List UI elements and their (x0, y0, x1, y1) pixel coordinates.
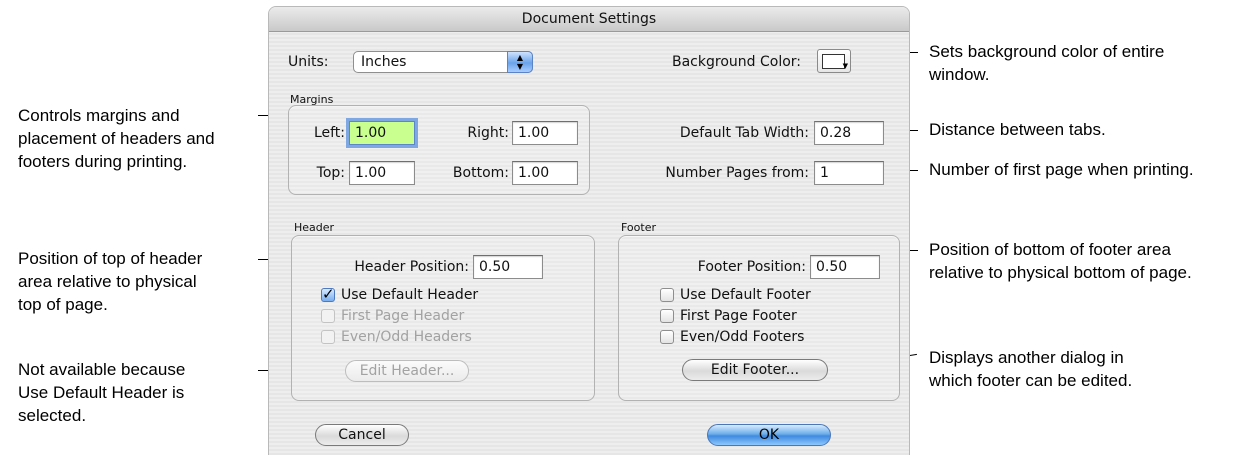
callout-line: Position of bottom of footer area (929, 240, 1171, 259)
number-pages-from-label: Number Pages from: (665, 165, 809, 181)
default-tab-width-field[interactable]: 0.28 (814, 121, 884, 145)
callout-tabs: Distance between tabs. (929, 118, 1106, 141)
cancel-button[interactable]: Cancel (315, 424, 409, 446)
callout-line: Controls margins and (18, 106, 180, 125)
popup-arrows-icon: ▲ ▼ (507, 51, 533, 73)
header-position-field[interactable]: 0.50 (473, 255, 543, 279)
callout-background: Sets background color of entire window. (929, 40, 1164, 86)
callout-line: Position of top of header (18, 249, 203, 268)
callout-line: area relative to physical (18, 272, 197, 291)
left-margin-label: Left: (313, 125, 345, 141)
footer-position-field[interactable]: 0.50 (810, 255, 880, 279)
first-page-header-checkbox[interactable] (321, 309, 335, 323)
callout-not-available: Not available because Use Default Header… (18, 358, 185, 427)
callout-line: relative to physical bottom of page. (929, 263, 1192, 282)
callout-line: Displays another dialog in (929, 348, 1124, 367)
bottom-margin-field[interactable]: 1.00 (512, 161, 578, 185)
callout-line: which footer can be edited. (929, 371, 1133, 390)
right-margin-label: Right: (467, 125, 509, 141)
use-default-footer-checkbox[interactable] (660, 288, 674, 302)
callout-first-page: Number of first page when printing. (929, 158, 1194, 181)
use-default-header-checkbox[interactable]: ✓ (321, 287, 335, 302)
callout-edit-footer: Displays another dialog in which footer … (929, 346, 1132, 392)
edit-footer-button[interactable]: Edit Footer... (682, 359, 828, 381)
right-margin-field[interactable]: 1.00 (512, 121, 578, 145)
background-color-button[interactable]: ▼ (817, 49, 851, 73)
callout-line: Not available because (18, 360, 186, 379)
units-value: Inches (361, 54, 407, 70)
ok-button[interactable]: OK (707, 424, 831, 446)
bottom-margin-label: Bottom: (452, 165, 509, 181)
callout-header-position: Position of top of header area relative … (18, 247, 202, 316)
callout-line: window. (929, 65, 990, 84)
number-pages-from-field[interactable]: 1 (814, 161, 884, 185)
dropdown-triangle-icon: ▼ (842, 62, 848, 70)
first-page-header-label[interactable]: First Page Header (341, 307, 464, 325)
document-settings-dialog: Document Settings Units: Inches ▲ ▼ Backg… (268, 6, 910, 455)
callout-line: Distance between tabs. (929, 120, 1106, 139)
first-page-footer-label[interactable]: First Page Footer (680, 307, 797, 325)
use-default-footer-label[interactable]: Use Default Footer (680, 286, 811, 304)
callout-line: footers during printing. (18, 152, 188, 171)
callout-line: Number of first page when printing. (929, 160, 1194, 179)
callout-line: Sets background color of entire (929, 42, 1165, 61)
callout-line: selected. (18, 406, 87, 425)
use-default-header-label[interactable]: Use Default Header (341, 286, 478, 304)
color-swatch-icon (822, 54, 845, 69)
even-odd-headers-label[interactable]: Even/Odd Headers (341, 328, 472, 346)
edit-header-button[interactable]: Edit Header... (345, 360, 469, 382)
default-tab-width-label: Default Tab Width: (679, 125, 809, 141)
first-page-footer-checkbox[interactable] (660, 309, 674, 323)
units-popup[interactable]: Inches ▲ ▼ (353, 51, 533, 73)
left-margin-field[interactable]: 1.00 (349, 121, 415, 145)
units-label: Units: (288, 54, 329, 70)
top-margin-field[interactable]: 1.00 (349, 161, 415, 185)
even-odd-headers-checkbox[interactable] (321, 330, 335, 344)
header-position-label: Header Position: (354, 259, 469, 275)
dialog-title: Document Settings (269, 7, 909, 32)
callout-footer-position: Position of bottom of footer area relati… (929, 238, 1192, 284)
callout-margins: Controls margins and placement of header… (18, 104, 215, 173)
background-color-label: Background Color: (672, 54, 801, 70)
even-odd-footers-label[interactable]: Even/Odd Footers (680, 328, 804, 346)
even-odd-footers-checkbox[interactable] (660, 330, 674, 344)
callout-line: placement of headers and (18, 129, 215, 148)
callout-line: Use Default Header is (18, 383, 185, 402)
footer-position-label: Footer Position: (697, 259, 806, 275)
callout-line: top of page. (18, 295, 108, 314)
top-margin-label: Top: (316, 165, 345, 181)
